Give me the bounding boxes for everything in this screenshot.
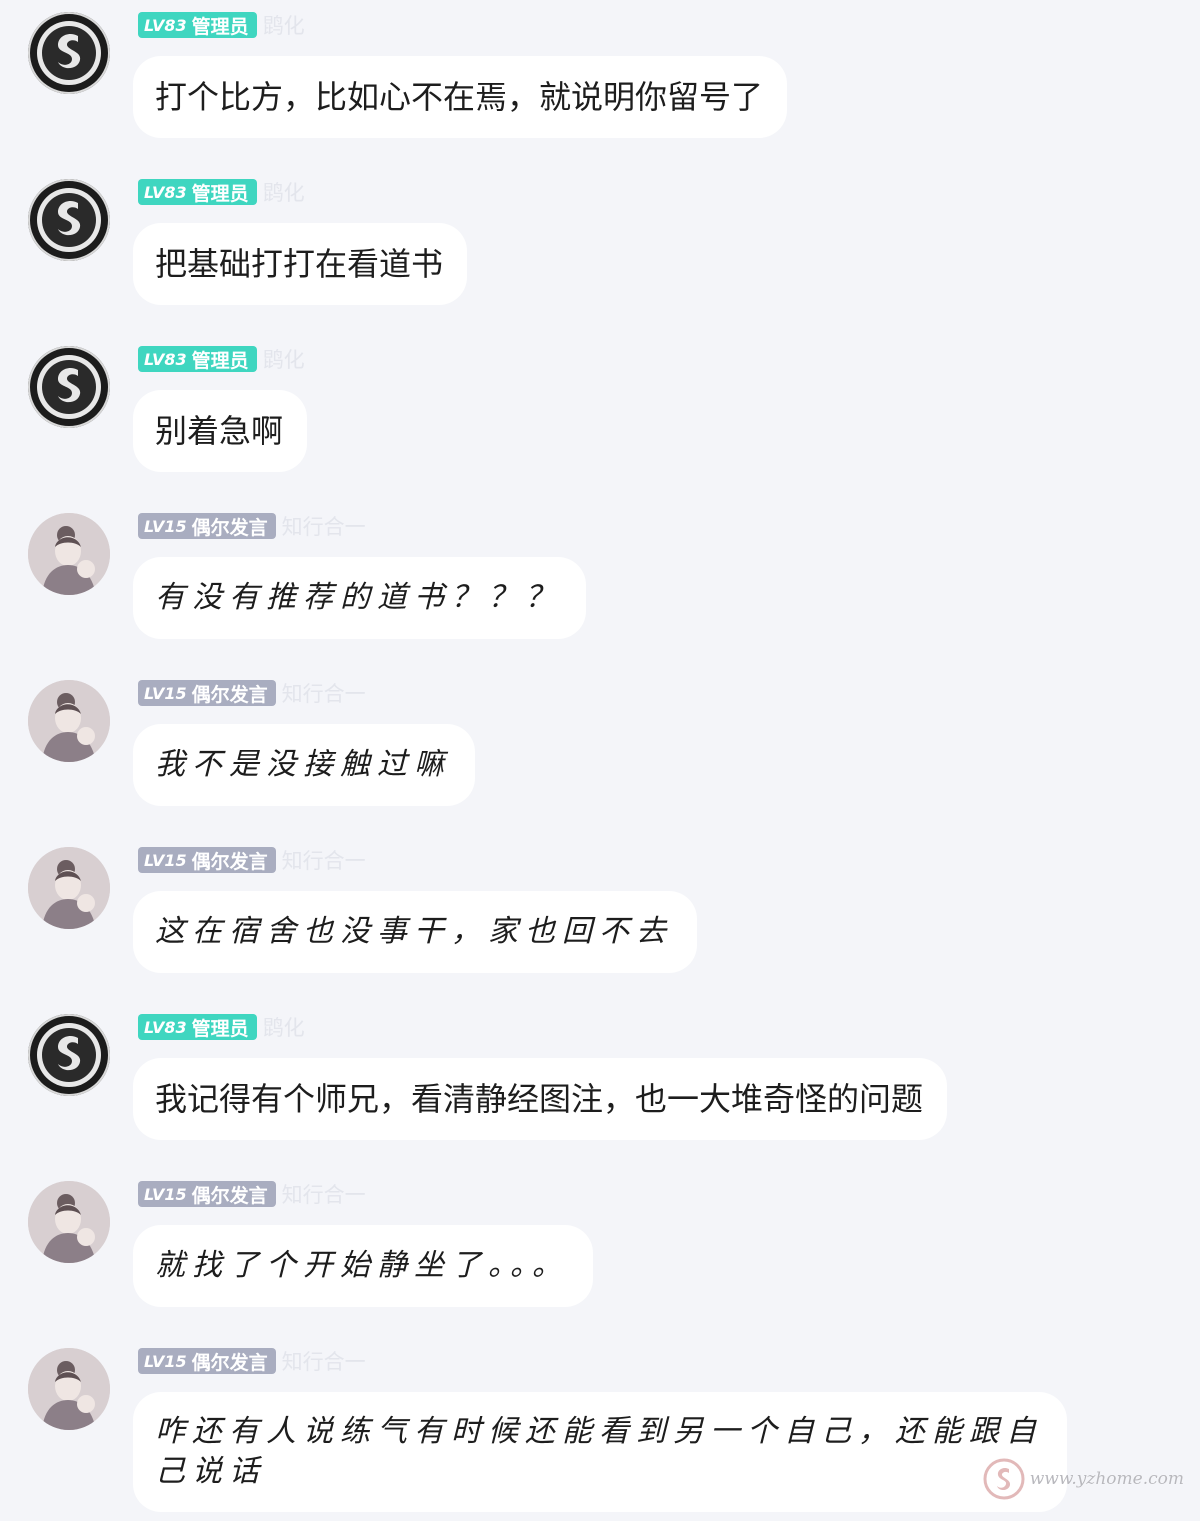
sender-meta: LV15 偶尔发言 知行合一 <box>138 1181 366 1207</box>
level-label: LV83 <box>144 182 187 202</box>
role-title: 偶尔发言 <box>191 1351 268 1374</box>
sender-nickname[interactable]: 鹍化 <box>263 1012 305 1042</box>
admin-avatar-icon[interactable] <box>28 1014 110 1096</box>
message-bubble[interactable]: 我不是没接触过嘛 <box>133 724 475 806</box>
role-title: 偶尔发言 <box>191 1184 268 1207</box>
role-title: 偶尔发言 <box>191 850 268 873</box>
user-avatar-icon[interactable] <box>28 513 110 595</box>
admin-avatar-icon[interactable] <box>28 346 110 428</box>
user-avatar-icon[interactable] <box>28 680 110 762</box>
watermark-text: www.yzhome.com <box>1029 1469 1184 1489</box>
level-badge: LV83 管理员 <box>138 1014 257 1040</box>
sender-nickname[interactable]: 知行合一 <box>282 511 366 541</box>
message-bubble[interactable]: 有没有推荐的道书？？？ <box>133 557 586 639</box>
sender-nickname[interactable]: 知行合一 <box>282 845 366 875</box>
chat-message-list[interactable]: LV83 管理员 鹍化 打个比方，比如心不在焉，就说明你留号了 LV83 管理员 鹍… <box>0 0 1200 1521</box>
message-bubble[interactable]: 咋还有人说练气有时候还能看到另一个自己，还能跟自己说话 <box>133 1392 1067 1512</box>
sender-nickname[interactable]: 知行合一 <box>282 678 366 708</box>
role-title: 管理员 <box>191 182 249 205</box>
sender-meta: LV15 偶尔发言 知行合一 <box>138 847 366 873</box>
level-label: LV83 <box>144 1017 187 1037</box>
level-label: LV83 <box>144 15 187 35</box>
level-badge: LV15 偶尔发言 <box>138 1181 276 1207</box>
level-badge: LV83 管理员 <box>138 12 257 38</box>
level-label: LV15 <box>144 850 187 870</box>
level-label: LV15 <box>144 1184 187 1204</box>
sender-meta: LV83 管理员 鹍化 <box>138 346 305 372</box>
message-bubble[interactable]: 把基础打打在看道书 <box>133 223 468 305</box>
level-label: LV15 <box>144 516 187 536</box>
level-label: LV15 <box>144 1351 187 1371</box>
user-avatar-icon[interactable] <box>28 847 110 929</box>
level-badge: LV83 管理员 <box>138 346 257 372</box>
sender-meta: LV83 管理员 鹍化 <box>138 12 305 38</box>
role-title: 管理员 <box>191 349 249 372</box>
admin-avatar-icon[interactable] <box>28 12 110 94</box>
message-bubble[interactable]: 别着急啊 <box>133 390 308 472</box>
sender-meta: LV83 管理员 鹍化 <box>138 179 305 205</box>
sender-nickname[interactable]: 知行合一 <box>282 1179 366 1209</box>
level-badge: LV83 管理员 <box>138 179 257 205</box>
watermark: www.yzhome.com <box>982 1457 1184 1501</box>
sender-meta: LV83 管理员 鹍化 <box>138 1014 305 1040</box>
sender-meta: LV15 偶尔发言 知行合一 <box>138 680 366 706</box>
sender-nickname[interactable]: 知行合一 <box>282 1346 366 1376</box>
sender-nickname[interactable]: 鹍化 <box>263 344 305 374</box>
role-title: 偶尔发言 <box>191 683 268 706</box>
user-avatar-icon[interactable] <box>28 1348 110 1430</box>
sender-meta: LV15 偶尔发言 知行合一 <box>138 1348 366 1374</box>
user-avatar-icon[interactable] <box>28 1181 110 1263</box>
message-bubble[interactable]: 就找了个开始静坐了。。。 <box>133 1225 593 1307</box>
role-title: 管理员 <box>191 15 249 38</box>
level-badge: LV15 偶尔发言 <box>138 680 276 706</box>
sender-meta: LV15 偶尔发言 知行合一 <box>138 513 366 539</box>
message-bubble[interactable]: 这在宿舍也没事干，家也回不去 <box>133 891 697 973</box>
level-badge: LV15 偶尔发言 <box>138 847 276 873</box>
level-badge: LV15 偶尔发言 <box>138 1348 276 1374</box>
message-bubble[interactable]: 打个比方，比如心不在焉，就说明你留号了 <box>133 56 788 138</box>
swan-logo-icon <box>983 1458 1025 1500</box>
role-title: 管理员 <box>191 1017 249 1040</box>
sender-nickname[interactable]: 鹍化 <box>263 177 305 207</box>
role-title: 偶尔发言 <box>191 516 268 539</box>
message-bubble[interactable]: 我记得有个师兄，看清静经图注，也一大堆奇怪的问题 <box>133 1058 948 1140</box>
level-label: LV83 <box>144 349 187 369</box>
admin-avatar-icon[interactable] <box>28 179 110 261</box>
level-badge: LV15 偶尔发言 <box>138 513 276 539</box>
level-label: LV15 <box>144 683 187 703</box>
sender-nickname[interactable]: 鹍化 <box>263 10 305 40</box>
